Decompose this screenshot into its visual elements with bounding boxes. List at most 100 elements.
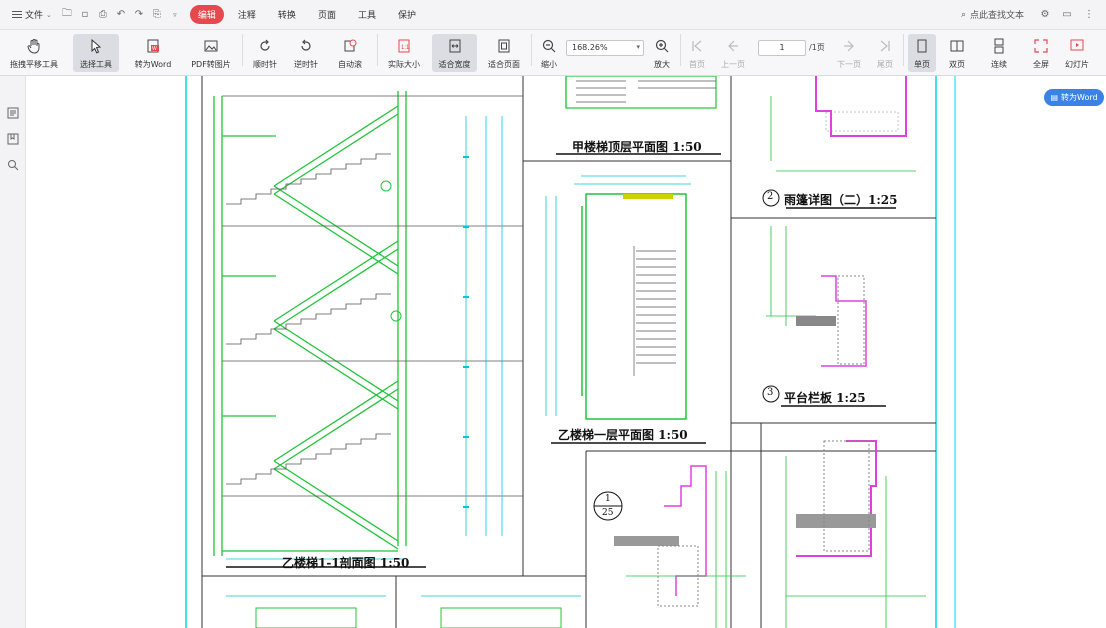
fit-page-button[interactable]: 适合页面 [482,34,526,72]
fit-width-button[interactable]: 适合宽度 [432,34,477,72]
pdf-to-image-label: PDF转图片 [191,60,231,69]
rotate-counterclockwise-label: 逆时针 [294,60,318,69]
zoom-out-label: 缩小 [541,60,557,69]
cursor-icon [86,36,106,56]
file-menu[interactable]: 文件 ⌄ [8,6,56,23]
convert-to-word-label: 转为Word [134,60,172,69]
thumbnail-icon[interactable] [6,106,20,120]
page-total-label: /1页 [809,43,825,52]
auto-scroll-button[interactable]: 自动滚 [328,34,372,72]
tab-annotate[interactable]: 注释 [230,5,264,24]
rotate-counterclockwise-button[interactable]: 逆时针 [287,34,325,72]
redo-icon[interactable]: ↷ [132,8,146,22]
convert-to-word-button[interactable]: W 转为Word [126,34,180,72]
page-number-value: 1 [779,43,785,52]
open-icon[interactable]: 🗀 [60,8,74,22]
zoom-level-value: 168.26% [572,43,608,52]
menu-bar: 文件 ⌄ 🗀 ▫ ⎙ ↶ ↷ ⎘ ▿ 编辑 注释 转换 页面 工具 保护 ⌕ 点… [0,0,1106,30]
word-icon: ▤ [1050,93,1058,102]
document-canvas[interactable]: 乙楼梯1-1剖面图 1:50 甲楼梯顶层平面图 1:50 乙楼梯一层平面图 1:… [26,76,1106,628]
double-page-icon [947,36,967,56]
bookmark-icon[interactable] [6,132,20,146]
settings-icon[interactable]: ⚙ [1038,8,1052,22]
toolbar-ribbon: 拖拽平移工具 选择工具 W 转为Word PDF转图片 顺时针 逆时针 自动滚 … [0,30,1106,76]
last-page-button[interactable]: 尾页 [872,34,898,72]
fullscreen-button[interactable]: 全屏 [1026,34,1056,72]
page-number-input[interactable]: 1 [758,40,806,56]
floating-convert-to-word-button[interactable]: ▤ 转为Word [1044,89,1104,106]
cad-drawing-page [185,76,956,628]
first-floor-plan-title: 乙楼梯一层平面图 1:50 [558,428,688,442]
auto-scroll-icon [340,36,360,56]
slideshow-button[interactable]: 幻灯片 [1060,34,1094,72]
rotate-clockwise-button[interactable]: 顺时针 [246,34,284,72]
divider [680,34,681,66]
tab-protect[interactable]: 保护 [390,5,424,24]
hamburger-icon [12,11,22,18]
auto-scroll-label: 自动滚 [338,60,362,69]
tab-page[interactable]: 页面 [310,5,344,24]
zoom-out-button[interactable]: 缩小 [535,34,563,72]
more-options-icon[interactable]: ⋮ [1082,8,1096,22]
detail-2-number: 2 [767,191,774,202]
chevron-down-icon: ▾ [636,43,640,51]
image-icon [201,36,221,56]
detail-1-scale: 25 [602,508,614,518]
word-icon: W [143,36,163,56]
continuous-label: 连续 [991,60,1007,69]
find-text-search[interactable]: ⌕ 点此查找文本 [955,6,1030,23]
more-chevron-icon[interactable]: ▿ [168,8,182,22]
file-menu-label: 文件 [25,11,44,21]
next-page-icon [839,36,859,56]
previous-page-button[interactable]: 上一页 [718,34,748,72]
tab-tools[interactable]: 工具 [350,5,384,24]
search-panel-icon[interactable] [6,158,20,172]
section-title: 乙楼梯1-1剖面图 1:50 [282,556,410,570]
side-panel [0,76,26,628]
share-icon[interactable]: ⎘ [150,8,164,22]
fit-width-label: 适合宽度 [438,60,471,69]
print-icon[interactable]: ⎙ [96,8,110,22]
last-page-icon [875,36,895,56]
tab-edit[interactable]: 编辑 [189,5,224,24]
detail-1-number: 1 [605,494,611,504]
zoom-level-select[interactable]: 168.26% ▾ [566,40,644,56]
fullscreen-icon [1031,36,1051,56]
rotate-cw-icon [255,36,275,56]
double-page-button[interactable]: 双页 [942,34,972,72]
parapet-detail-title: 平台栏板 1:25 [784,391,866,405]
hand-icon [24,36,44,56]
continuous-button[interactable]: 连续 [984,34,1014,72]
fit-width-icon [445,36,465,56]
slideshow-icon [1067,36,1087,56]
first-page-icon [687,36,707,56]
actual-size-icon: 1:1 [394,36,414,56]
next-page-button[interactable]: 下一页 [834,34,864,72]
previous-page-label: 上一页 [721,60,745,69]
pdf-to-image-button[interactable]: PDF转图片 [186,34,236,72]
zoom-in-icon [652,36,672,56]
fit-page-label: 适合页面 [488,60,520,69]
last-page-label: 尾页 [877,60,893,69]
save-icon[interactable]: ▫ [78,8,92,22]
chevron-down-icon: ⌄ [46,10,52,19]
zoom-in-button[interactable]: 放大 [648,34,676,72]
select-tool-label: 选择工具 [80,60,112,69]
rotate-ccw-icon [296,36,316,56]
continuous-icon [989,36,1009,56]
first-page-button[interactable]: 首页 [684,34,710,72]
divider [242,34,243,66]
single-page-button[interactable]: 单页 [908,34,936,72]
svg-text:1:1: 1:1 [401,45,410,51]
double-page-label: 双页 [949,60,965,69]
first-page-label: 首页 [689,60,705,69]
actual-size-button[interactable]: 1:1 实际大小 [382,34,426,72]
window-icon[interactable]: ▭ [1060,8,1074,22]
undo-icon[interactable]: ↶ [114,8,128,22]
floating-convert-label: 转为Word [1061,93,1098,102]
select-tool-button[interactable]: 选择工具 [73,34,119,72]
hand-tool-button[interactable]: 拖拽平移工具 [4,34,64,72]
tab-convert[interactable]: 转换 [270,5,304,24]
fullscreen-label: 全屏 [1033,60,1049,69]
fit-page-icon [494,36,514,56]
